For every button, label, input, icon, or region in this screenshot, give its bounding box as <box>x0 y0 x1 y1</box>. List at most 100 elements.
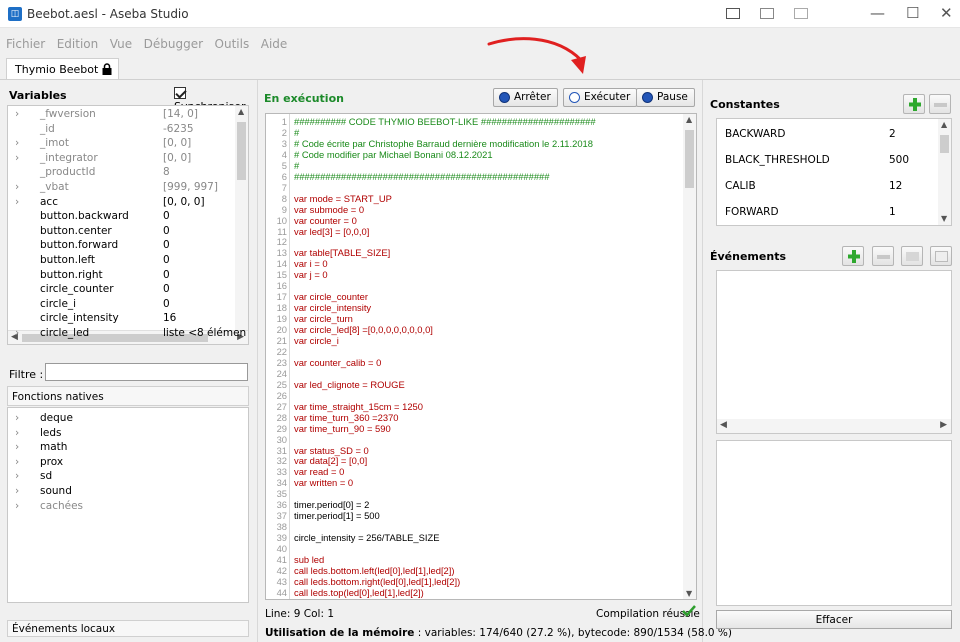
code-line[interactable]: 5 # <box>266 160 676 171</box>
chevron-right-icon[interactable]: › <box>15 485 19 497</box>
code-line[interactable]: 10 var counter = 0 <box>266 215 676 226</box>
scroll-left-icon[interactable]: ◀ <box>720 420 727 430</box>
variable-row[interactable]: › _imot [0, 0] <box>8 137 236 151</box>
native-functions-list[interactable]: › deque › leds › math › prox › sd › sound › cachées <box>7 407 249 603</box>
pause-button[interactable]: Pause <box>636 88 695 107</box>
variable-row[interactable]: circle_intensity 16 <box>8 312 236 326</box>
code-line[interactable]: 41 sub led <box>266 554 676 565</box>
menu-fichier[interactable]: Fichier <box>6 37 45 51</box>
remove-event-button[interactable] <box>872 246 894 266</box>
events-list[interactable]: ◀ ▶ <box>716 270 952 434</box>
code-editor[interactable]: ▲ ▼ 1 ########## CODE THYMIO BEEBOT-LIKE … <box>265 113 697 600</box>
variable-row[interactable]: button.left 0 <box>8 254 236 268</box>
scroll-down-icon[interactable]: ▼ <box>686 589 692 598</box>
code-line[interactable]: 20 var circle_led[8] =[0,0,0,0,0,0,0,0] <box>266 324 676 335</box>
variables-vscroll-thumb[interactable] <box>237 122 246 180</box>
chevron-right-icon[interactable]: › <box>15 196 19 208</box>
code-line[interactable]: 17 var circle_counter <box>266 291 676 302</box>
scroll-up-icon[interactable]: ▲ <box>941 120 947 129</box>
variable-row[interactable]: button.forward 0 <box>8 239 236 253</box>
local-events-header[interactable]: Événements locaux <box>7 620 249 637</box>
scroll-down-icon[interactable]: ▼ <box>941 214 947 223</box>
variable-row[interactable]: circle_i 0 <box>8 298 236 312</box>
add-constant-button[interactable] <box>903 94 925 114</box>
code-line[interactable]: 34 var written = 0 <box>266 477 676 488</box>
code-line[interactable]: 40 <box>266 543 676 554</box>
editor-vscroll-thumb[interactable] <box>685 130 694 188</box>
chevron-right-icon[interactable]: › <box>15 137 19 149</box>
code-line[interactable]: 8 var mode = START_UP <box>266 193 676 204</box>
code-line[interactable]: 29 var time_turn_90 = 590 <box>266 423 676 434</box>
layout-icon[interactable] <box>794 8 808 19</box>
variable-row[interactable]: button.backward 0 <box>8 210 236 224</box>
split-icon[interactable] <box>760 8 774 19</box>
code-line[interactable]: 11 var led[3] = [0,0,0] <box>266 226 676 237</box>
code-line[interactable]: 7 <box>266 182 676 193</box>
menu-vue[interactable]: Vue <box>110 37 132 51</box>
tab-thymio-beebot[interactable]: Thymio Beebot <box>6 58 119 80</box>
scroll-right-icon[interactable]: ▶ <box>940 420 947 430</box>
code-line[interactable]: 12 <box>266 236 676 247</box>
code-line[interactable]: 28 var time_turn_360 =2370 <box>266 412 676 423</box>
events-log[interactable] <box>716 440 952 606</box>
variables-list[interactable]: ▲ ◀ ▶ › _fwversion [14, 0] _id -6235 › _imot [0… <box>7 105 249 345</box>
code-line[interactable]: 39 circle_intensity = 256/TABLE_SIZE <box>266 532 676 543</box>
remove-constant-button[interactable] <box>929 94 951 114</box>
variable-row[interactable]: › _vbat [999, 997] <box>8 181 236 195</box>
add-event-button[interactable] <box>842 246 864 266</box>
code-line[interactable]: 44 call leds.top(led[0],led[1],led[2]) <box>266 587 676 598</box>
events-hscroll[interactable]: ◀ ▶ <box>717 419 951 433</box>
code-line[interactable]: 25 var led_clignote = ROUGE <box>266 379 676 390</box>
variable-row[interactable]: › _fwversion [14, 0] <box>8 108 236 122</box>
chevron-right-icon[interactable]: › <box>15 152 19 164</box>
native-functions-header[interactable]: Fonctions natives <box>7 386 249 406</box>
dock-icon[interactable] <box>726 8 740 19</box>
code-line[interactable]: 33 var read = 0 <box>266 466 676 477</box>
variable-row[interactable]: _id -6235 <box>8 123 236 137</box>
variables-vscroll[interactable]: ▲ <box>235 106 248 330</box>
chevron-right-icon[interactable]: › <box>15 441 19 453</box>
send-event-button[interactable] <box>901 246 923 266</box>
chevron-right-icon[interactable]: › <box>15 500 19 512</box>
variable-row[interactable]: › _integrator [0, 0] <box>8 152 236 166</box>
constant-row[interactable]: BACKWARD 2 <box>725 128 896 140</box>
close-button[interactable]: ✕ <box>940 4 953 22</box>
maximize-button[interactable]: ☐ <box>906 4 919 22</box>
menu-aide[interactable]: Aide <box>261 37 288 51</box>
chevron-right-icon[interactable]: › <box>15 427 19 439</box>
code-line[interactable]: 42 call leds.bottom.left(led[0],led[1],le… <box>266 565 676 576</box>
variable-row[interactable]: › circle_led liste <8 élémen <box>8 327 246 341</box>
constant-row[interactable]: FORWARD 1 <box>725 206 896 218</box>
code-line[interactable]: 1 ########## CODE THYMIO BEEBOT-LIKE ####… <box>266 116 676 127</box>
code-line[interactable]: 36 timer.period[0] = 2 <box>266 499 676 510</box>
code-line[interactable]: 14 var i = 0 <box>266 258 676 269</box>
code-line[interactable]: 6 #######################################… <box>266 171 676 182</box>
code-line[interactable]: 30 <box>266 434 676 445</box>
code-line[interactable]: 16 <box>266 280 676 291</box>
check-icon[interactable] <box>174 87 186 99</box>
code-line[interactable]: 27 var time_straight_15cm = 1250 <box>266 401 676 412</box>
code-line[interactable]: 23 var counter_calib = 0 <box>266 357 676 368</box>
code-line[interactable]: 38 <box>266 521 676 532</box>
chevron-right-icon[interactable]: › <box>15 181 19 193</box>
chevron-right-icon[interactable]: › <box>15 412 19 424</box>
menu-debugger[interactable]: Débugger <box>144 37 203 51</box>
scroll-up-icon[interactable]: ▲ <box>686 115 692 124</box>
chevron-right-icon[interactable]: › <box>15 456 19 468</box>
code-line[interactable]: 15 var j = 0 <box>266 269 676 280</box>
filter-input[interactable] <box>45 363 248 381</box>
code-line[interactable]: 35 <box>266 488 676 499</box>
code-line[interactable]: 22 <box>266 346 676 357</box>
code-line[interactable]: 26 <box>266 390 676 401</box>
scroll-up-icon[interactable]: ▲ <box>238 107 244 116</box>
variable-row[interactable]: button.center 0 <box>8 225 236 239</box>
code-line[interactable]: 31 var status_SD = 0 <box>266 445 676 456</box>
constants-vscroll[interactable]: ▲ ▼ <box>938 119 951 225</box>
variable-row[interactable]: _productId 8 <box>8 166 236 180</box>
variable-row[interactable]: circle_counter 0 <box>8 283 236 297</box>
code-line[interactable]: 24 <box>266 368 676 379</box>
menu-edition[interactable]: Edition <box>57 37 99 51</box>
code-line[interactable]: 13 var table[TABLE_SIZE] <box>266 247 676 258</box>
code-line[interactable]: 21 var circle_i <box>266 335 676 346</box>
code-line[interactable]: 37 timer.period[1] = 500 <box>266 510 676 521</box>
